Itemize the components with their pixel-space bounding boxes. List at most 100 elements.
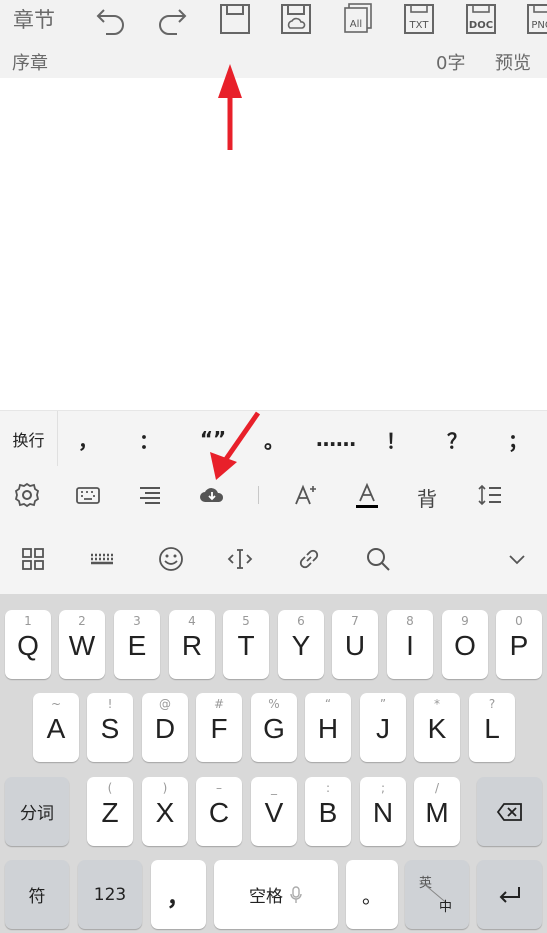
key-letter: W	[68, 630, 96, 661]
key-m[interactable]: / M	[414, 777, 460, 846]
lang-zh-label: 中	[439, 900, 453, 915]
key-i[interactable]: 8I	[387, 610, 433, 679]
enter-key[interactable]	[477, 860, 542, 929]
key-letter: J	[376, 713, 390, 744]
editor-text-area[interactable]	[0, 78, 547, 410]
background-color-icon[interactable]: 背	[417, 483, 437, 512]
key-hint: @	[159, 697, 171, 711]
punct-quotes-key[interactable]: “”	[187, 411, 239, 467]
key-p[interactable]: 0P	[496, 610, 542, 679]
key-o[interactable]: 9O	[442, 610, 488, 679]
key-hint: !	[107, 697, 113, 711]
key-n[interactable]: ; N	[360, 777, 406, 846]
key-hint: 8	[406, 614, 414, 628]
space-label: 空格	[249, 887, 283, 907]
key-s[interactable]: ! S	[87, 693, 133, 762]
font-color-icon[interactable]	[349, 477, 385, 513]
export-png-icon[interactable]: PNG	[525, 2, 547, 36]
keyboard-icon[interactable]	[70, 477, 106, 513]
chapter-button[interactable]: 章节	[13, 4, 55, 34]
search-icon[interactable]	[360, 541, 396, 577]
comma-key[interactable]: ，	[151, 860, 206, 929]
link-icon[interactable]	[291, 541, 327, 577]
space-key[interactable]: 空格	[214, 860, 338, 929]
key-letter: I	[406, 630, 414, 661]
undo-icon[interactable]	[94, 2, 128, 36]
punct-ellipsis-key[interactable]: ……	[310, 411, 362, 467]
key-k[interactable]: * K	[414, 693, 460, 762]
key-letter: L	[484, 713, 500, 744]
key-y[interactable]: 6Y	[278, 610, 324, 679]
line-break-key[interactable]: 换行	[0, 411, 58, 467]
key-d[interactable]: @ D	[142, 693, 188, 762]
cloud-download-icon[interactable]	[194, 477, 230, 513]
key-g[interactable]: % G	[251, 693, 297, 762]
svg-text:All: All	[350, 19, 362, 30]
symbol-key[interactable]: 符	[5, 860, 69, 929]
key-letter: N	[372, 797, 394, 828]
chevron-down-icon[interactable]	[499, 541, 535, 577]
key-j[interactable]: ” J	[360, 693, 406, 762]
key-r[interactable]: 4R	[169, 610, 215, 679]
emoji-icon[interactable]	[153, 541, 189, 577]
punct-semicolon-key[interactable]: ；	[492, 411, 544, 467]
key-hint: 2	[78, 614, 86, 628]
grid-icon[interactable]	[15, 541, 51, 577]
key-b[interactable]: :B	[305, 777, 351, 846]
chapter-title[interactable]: 序章	[12, 49, 48, 75]
key-f[interactable]: # F	[196, 693, 242, 762]
key-letter: Y	[291, 630, 311, 661]
period-key[interactable]: 。	[346, 860, 398, 929]
punct-exclaim-key[interactable]: ！	[370, 411, 422, 467]
preview-button[interactable]: 预览	[495, 49, 531, 75]
font-size-icon[interactable]	[288, 477, 324, 513]
key-letter: T	[237, 630, 255, 661]
save-all-icon[interactable]: All	[340, 2, 374, 36]
key-letter: A	[46, 713, 66, 744]
punct-colon-key[interactable]: ：	[123, 411, 175, 467]
key-v[interactable]: _ V	[251, 777, 297, 846]
key-e[interactable]: 3E	[114, 610, 160, 679]
punct-period-key[interactable]: 。	[248, 411, 300, 467]
punctuation-bar: 换行 ， ： “” 。 …… ！ ？ ；	[0, 410, 547, 467]
key-hint: ”	[379, 697, 387, 711]
key-x[interactable]: ) X	[142, 777, 188, 846]
key-q[interactable]: 1Q	[5, 610, 51, 679]
key-hint: –	[216, 781, 222, 795]
key-letter: R	[181, 630, 203, 661]
key-hint: /	[434, 781, 440, 795]
key-hint: 9	[461, 614, 469, 628]
save-icon[interactable]	[218, 2, 252, 36]
key-z[interactable]: (Z	[87, 777, 133, 846]
key-c[interactable]: – C	[196, 777, 242, 846]
key-hint: 3	[133, 614, 141, 628]
keyboard-layout-icon[interactable]	[84, 541, 120, 577]
key-letter: P	[509, 630, 529, 661]
key-h[interactable]: “H	[305, 693, 351, 762]
save-cloud-icon[interactable]	[279, 2, 313, 36]
punct-comma-key[interactable]: ，	[62, 411, 114, 467]
key-hint: :	[325, 781, 331, 795]
export-txt-icon[interactable]: TXT	[402, 2, 436, 36]
key-letter: M	[425, 797, 449, 828]
export-doc-icon[interactable]: DOC	[464, 2, 498, 36]
language-switch-key[interactable]: 英 中	[405, 860, 469, 929]
key-hint: #	[213, 697, 225, 711]
key-hint: 0	[515, 614, 523, 628]
key-l[interactable]: ? L	[469, 693, 515, 762]
key-hint: 5	[242, 614, 250, 628]
key-u[interactable]: 7U	[332, 610, 378, 679]
settings-icon[interactable]	[9, 477, 45, 513]
backspace-key[interactable]	[477, 777, 542, 846]
key-hint: 1	[24, 614, 32, 628]
segment-key[interactable]: 分词	[5, 777, 69, 846]
key-w[interactable]: 2W	[59, 610, 105, 679]
numeric-key[interactable]: 123	[78, 860, 142, 929]
key-t[interactable]: 5T	[223, 610, 269, 679]
punct-question-key[interactable]: ？	[431, 411, 483, 467]
cursor-icon[interactable]	[222, 541, 258, 577]
key-a[interactable]: ~ A	[33, 693, 79, 762]
redo-icon[interactable]	[155, 2, 189, 36]
align-icon[interactable]	[132, 477, 168, 513]
line-spacing-icon[interactable]	[472, 477, 508, 513]
